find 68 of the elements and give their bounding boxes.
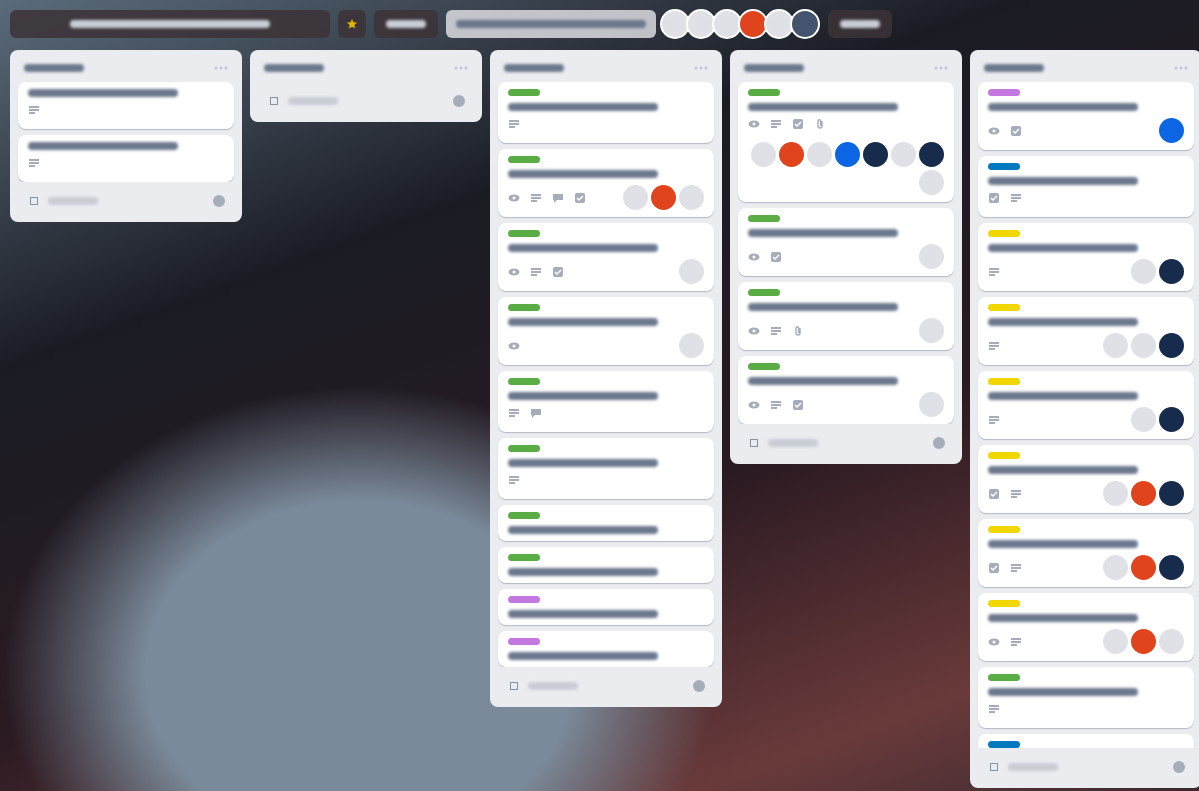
obscured-list-title [984, 64, 1044, 72]
member-avatar[interactable] [1159, 481, 1184, 506]
task-card[interactable] [978, 519, 1194, 587]
checklist-icon [988, 192, 1000, 204]
plus-icon [270, 97, 278, 105]
description-icon [28, 104, 40, 116]
checklist-icon [552, 266, 564, 278]
eye-icon [988, 125, 1000, 137]
description-icon [988, 703, 1000, 715]
description-icon [1010, 488, 1022, 500]
checklist-icon [988, 562, 1000, 574]
eye-icon [748, 399, 760, 411]
description-icon [988, 414, 1000, 426]
checklist-icon [574, 192, 586, 204]
member-avatar[interactable] [863, 142, 888, 167]
description-icon [770, 399, 782, 411]
task-card[interactable] [978, 223, 1194, 291]
checklist-icon [792, 399, 804, 411]
eye-icon [748, 118, 760, 130]
share-button[interactable] [828, 10, 892, 38]
description-icon [1010, 192, 1022, 204]
member-avatar[interactable] [1159, 259, 1184, 284]
task-card[interactable] [978, 371, 1194, 439]
eye-icon [988, 636, 1000, 648]
description-icon [28, 157, 40, 169]
description-icon [988, 266, 1000, 278]
eye-icon [508, 340, 520, 352]
description-icon [508, 118, 520, 130]
description-icon [770, 325, 782, 337]
task-card[interactable] [738, 82, 954, 202]
checklist-icon [1010, 125, 1022, 137]
description-icon [508, 474, 520, 486]
task-card[interactable] [978, 297, 1194, 365]
plus-icon [750, 439, 758, 447]
description-icon [530, 266, 542, 278]
star-button[interactable] [338, 10, 366, 38]
member-avatar[interactable] [1159, 407, 1184, 432]
task-card[interactable] [978, 445, 1194, 513]
checklist-icon [792, 118, 804, 130]
checklist-icon [988, 488, 1000, 500]
member-avatar[interactable] [1159, 555, 1184, 580]
description-icon [988, 340, 1000, 352]
obscured-list-title [504, 64, 564, 72]
board-name-button[interactable] [10, 10, 330, 38]
paperclip-icon [792, 325, 804, 337]
member-avatar[interactable] [1159, 333, 1184, 358]
checklist-icon [770, 251, 782, 263]
obscured-list-title [744, 64, 804, 72]
comment-icon [552, 192, 564, 204]
plus-icon [510, 682, 518, 690]
member-avatar[interactable] [919, 142, 944, 167]
eye-icon [748, 251, 760, 263]
eye-icon [508, 266, 520, 278]
visibility-button[interactable] [374, 10, 438, 38]
plus-icon [30, 197, 38, 205]
plus-icon [990, 763, 998, 771]
eye-icon [748, 325, 760, 337]
obscured-list-title [264, 64, 324, 72]
description-icon [1010, 562, 1022, 574]
eye-icon [508, 192, 520, 204]
description-icon [530, 192, 542, 204]
obscured-list-title [24, 64, 84, 72]
star-icon [346, 18, 358, 30]
description-icon [770, 118, 782, 130]
description-icon [508, 407, 520, 419]
comment-icon [530, 407, 542, 419]
paperclip-icon [814, 118, 826, 130]
description-icon [1010, 636, 1022, 648]
